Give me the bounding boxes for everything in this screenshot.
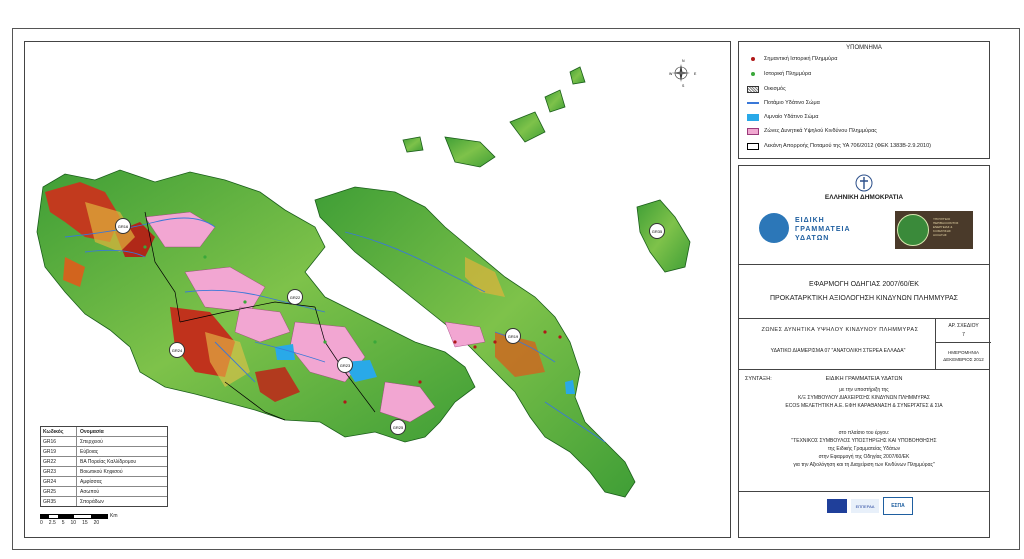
table-row: GR35 Σποράδων <box>41 496 167 506</box>
table-row: GR19 Εύβοιας <box>41 446 167 456</box>
consortium-line-1: Κ/Ξ ΣΥΜΒΟΥΛΟΥ ΔΙΑΧΕΙΡΙΣΗΣ ΚΙΝΔΥΝΩΝ ΠΛΗΜΜ… <box>798 395 930 401</box>
compass-north: N <box>682 59 685 63</box>
state-name: ΕΛΛΗΝΙΚΗ ΔΗΜΟΚΡΑΤΙΑ <box>824 194 904 201</box>
basin-boundary-icon <box>747 142 759 150</box>
lake-icon <box>747 113 759 121</box>
framework-line: στην Εφαρμογή της Οδηγίας 2007/60/ΕΚ <box>818 454 910 460</box>
legend-label: Ζώνες Δυνητικά Υψηλού Κινδύνου Πλημμύρας <box>764 128 877 134</box>
program-logo: ΕΠΠΕΡΑΑ <box>851 499 879 513</box>
sporades-island <box>509 111 546 143</box>
espa-logo: ΕΣΠΑ <box>883 497 913 515</box>
legend-label: Λιμναίο Υδάτινο Σώμα <box>764 114 819 120</box>
flood-zone-icon <box>747 127 759 135</box>
table-header: Κωδικός Ονομασία <box>43 427 104 436</box>
table-row: GR22 ΒΑ Πορείας Καλλίδρομου <box>41 456 167 466</box>
coat-of-arms-icon <box>739 174 989 194</box>
table-row: GR16 Σπερχειού <box>41 436 167 446</box>
legend-label: Οικισμός <box>764 86 786 92</box>
framework-line: στο πλαίσιο του έργου: <box>838 430 890 436</box>
framework-line: "ΤΕΧΝΙΚΟΣ ΣΥΜΒΟΥΛΟΣ ΥΠΟΣΤΗΡΙΞΗΣ ΚΑΙ ΥΠΟΒ… <box>791 438 937 444</box>
basin-label: GR24 <box>169 342 185 358</box>
significant-flood-icon <box>747 56 759 63</box>
ministry-logo-text: ΥΠΟΥΡΓΕΙΟ ΠΕΡΙΒΑΛΛΟΝΤΟΣ ΕΝΕΡΓΕΙΑΣ & ΚΛΙΜ… <box>933 217 959 237</box>
water-secretariat-logo-icon <box>759 213 789 243</box>
drawing-number-label: ΑΡ. ΣΧΕΔΙΟΥ <box>948 323 979 329</box>
legend-item: Ιστορική Πλημμύρα <box>747 70 811 78</box>
date-label: ΗΜΕΡΟΜΗΝΙΑ <box>947 350 979 355</box>
legend-title: ΥΠΟΜΝΗΜΑ <box>846 45 882 51</box>
legend-label: Ποτάμιο Υδάτινο Σώμα <box>764 100 820 106</box>
scale-unit: Km <box>110 513 118 519</box>
historic-flood-icon <box>747 71 759 78</box>
consortium-line-2: ECOS ΜΕΛΕΤΗΤΙΚΗ Α.Ε. ΕΦΗ ΚΑΡΑΘΑΝΑΣΗ & ΣΥ… <box>785 403 943 409</box>
project-title-1: ΕΦΑΡΜΟΓΗ ΟΔΗΓΙΑΣ 2007/60/ΕΚ <box>809 281 919 288</box>
eu-flag-icon <box>827 499 847 513</box>
legend-item: Ζώνες Δυνητικά Υψηλού Κινδύνου Πλημμύρας <box>747 127 877 135</box>
date-value: ΔΕΚΕΜΒΡΙΟΣ 2012 <box>943 357 984 362</box>
table-row: GR25 Ασωπού <box>41 486 167 496</box>
table-row: GR23 Βοιωτικού Κηφισού <box>41 466 167 476</box>
sporades-island <box>569 66 586 85</box>
basin-label: GR25 <box>390 419 406 435</box>
legend-label: Λεκάνη Απορροής Ποταμού της ΥΑ 706/2012 … <box>764 143 932 149</box>
compass-rose-icon <box>670 62 692 84</box>
map-title: ΖΩΝΕΣ ΔΥΝΗΤΙΚΑ ΥΨΗΛΟΥ ΚΙΝΔΥΝΟΥ ΠΛΗΜΜΥΡΑΣ <box>761 327 919 333</box>
basin-label: GR16 <box>115 218 131 234</box>
legend-item: Λεκάνη Απορροής Ποταμού της ΥΑ 706/2012 … <box>747 142 931 150</box>
sporades-island <box>544 89 566 113</box>
compass-south: S <box>682 84 685 88</box>
basin-label: GR23 <box>337 357 353 373</box>
scale-bar: 0 2.5 5 10 15 20 Km <box>40 513 118 526</box>
legend-box: ΥΠΟΜΝΗΜΑ Σημαντική Ιστορική Πλημμύρα Ιστ… <box>738 41 990 159</box>
settlement-icon <box>747 85 759 93</box>
compass-west: W <box>669 72 673 76</box>
legend-item: Λιμναίο Υδάτινο Σώμα <box>747 113 818 121</box>
sporades-island <box>444 136 496 168</box>
authoring-body: ΕΙΔΙΚΗ ΓΡΑΜΜΑΤΕΙΑ ΥΔΑΤΩΝ <box>825 376 903 382</box>
river-icon <box>747 100 759 107</box>
table-row: GR24 Αμφίσσας <box>41 476 167 486</box>
legend-label: Ιστορική Πλημμύρα <box>764 71 812 77</box>
basin-label: GR35 <box>649 223 665 239</box>
basin-code-table: Κωδικός Ονομασία GR16 Σπερχειού GR19 Εύβοι… <box>40 426 168 507</box>
drawing-number: 7 <box>962 332 965 338</box>
basin-label: GR22 <box>287 289 303 305</box>
basin-label: GR19 <box>505 328 521 344</box>
legend-item: Οικισμός <box>747 85 786 93</box>
legend-item: Σημαντική Ιστορική Πλημμύρα <box>747 55 838 63</box>
legend-item: Ποτάμιο Υδάτινο Σώμα <box>747 99 820 107</box>
project-title-2: ΠΡΟΚΑΤΑΡΚΤΙΚΗ ΑΞΙΟΛΟΓΗΣΗ ΚΙΝΔΥΝΩΝ ΠΛΗΜΜΥ… <box>770 295 958 302</box>
skyros-island <box>636 199 691 273</box>
title-block: ΕΛΛΗΝΙΚΗ ΔΗΜΟΚΡΑΤΙΑ ΕΙΔΙΚΗ ΓΡΑΜΜΑΤΕΙΑ ΥΔ… <box>738 165 991 538</box>
ministry-logo: ΥΠΟΥΡΓΕΙΟ ΠΕΡΙΒΑΛΛΟΝΤΟΣ ΕΝΕΡΓΕΙΑΣ & ΚΛΙΜ… <box>895 211 973 249</box>
legend-label: Σημαντική Ιστορική Πλημμύρα <box>764 56 838 62</box>
framework-line: της Ειδικής Γραμματείας Υδάτων <box>827 446 901 452</box>
support-line: με την υποστήριξη της <box>839 387 889 393</box>
compass-east: E <box>694 72 697 76</box>
agency-logo-text: ΕΙΔΙΚΗ ΓΡΑΜΜΑΤΕΙΑ ΥΔΑΤΩΝ <box>795 217 851 242</box>
ministry-emblem-icon <box>897 214 929 246</box>
framework-line: για την Αξιολόγηση και τη Διαχείριση των… <box>793 462 935 468</box>
sporades-island <box>402 136 424 153</box>
district-name: ΥΔΑΤΙΚΟ ΔΙΑΜΕΡΙΣΜΑ 07 "ΑΝΑΤΟΛΙΚΗ ΣΤΕΡΕΑ … <box>770 348 906 354</box>
